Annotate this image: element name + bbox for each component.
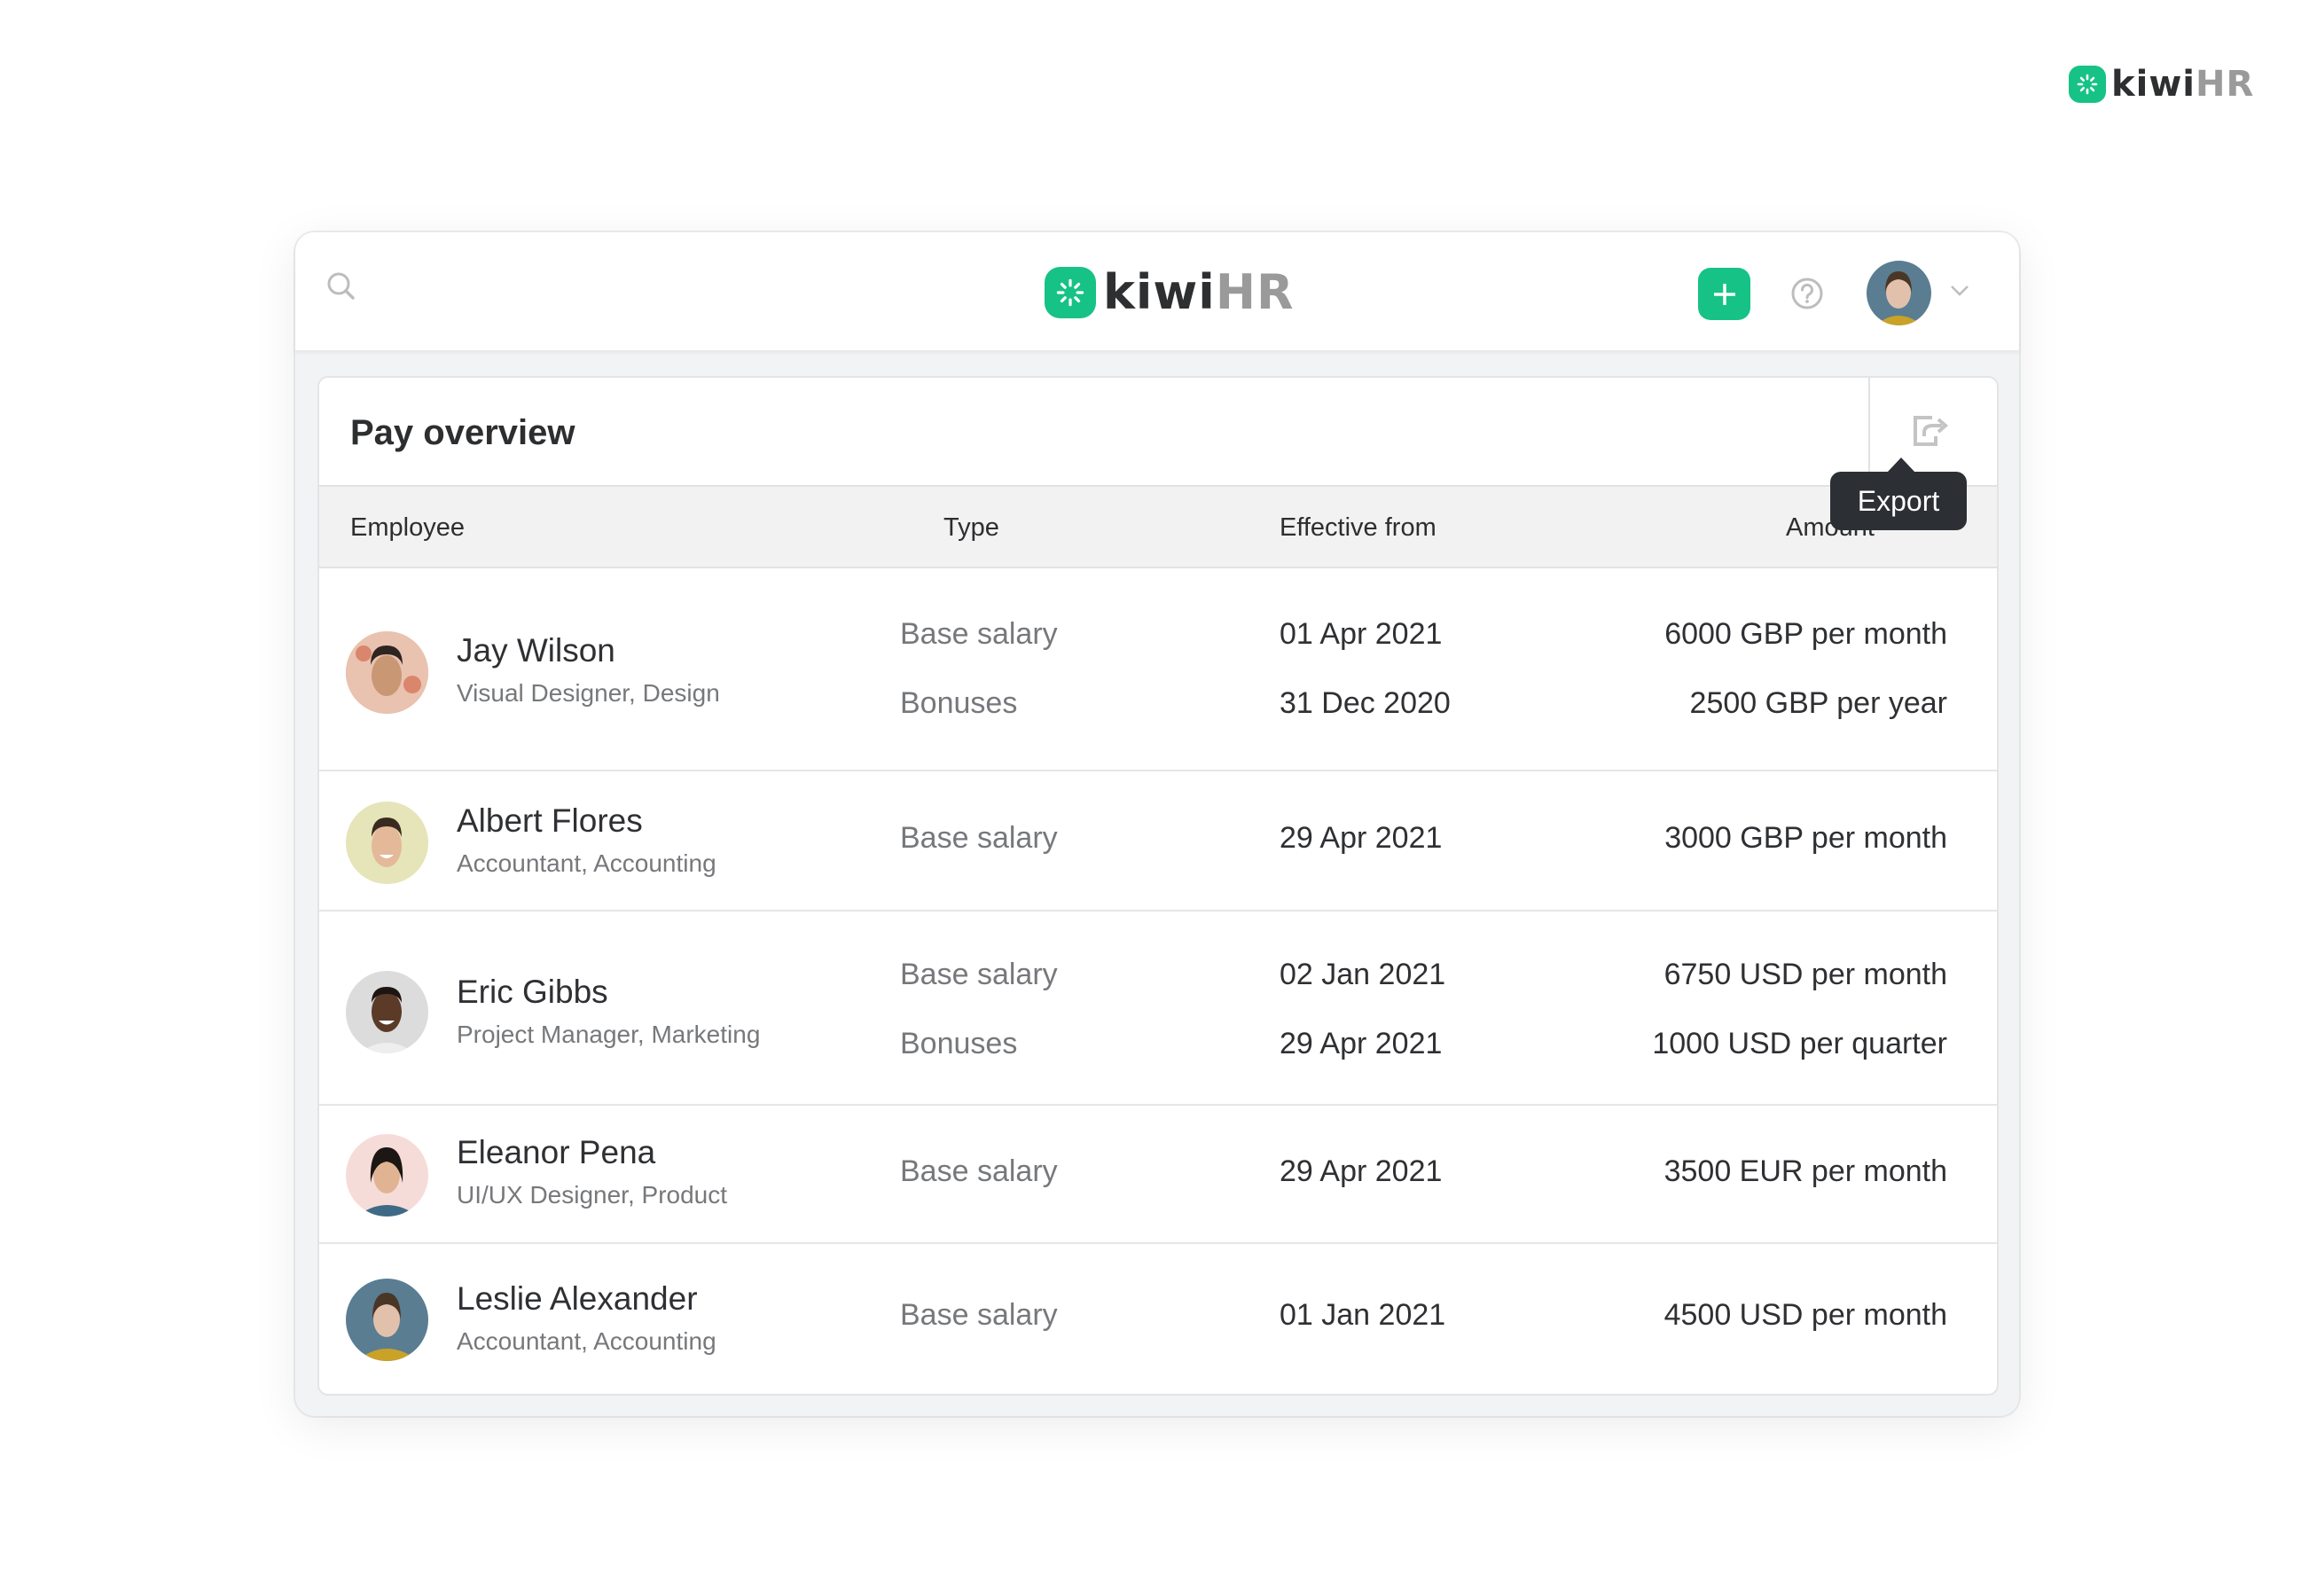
effective-date: 31 Dec 2020	[1280, 686, 1451, 720]
search-icon[interactable]	[325, 270, 360, 305]
plus-icon	[1713, 283, 1735, 305]
effective-date: 01 Apr 2021	[1280, 617, 1443, 651]
table-row[interactable]: Eric Gibbs Project Manager, Marketing Ba…	[319, 911, 1997, 1106]
employee-role: Accountant, Accounting	[457, 849, 716, 877]
pay-type: Bonuses	[900, 1027, 1018, 1060]
pay-type: Base salary	[900, 821, 1058, 855]
avatar	[346, 1279, 428, 1361]
effective-date: 01 Jan 2021	[1280, 1298, 1446, 1332]
employee-name[interactable]: Eric Gibbs	[457, 974, 608, 1011]
avatar	[346, 631, 428, 714]
export-icon	[1914, 416, 1949, 446]
avatar	[346, 971, 428, 1053]
table-header: Employee Type Effective from Amount	[319, 487, 1997, 568]
add-button[interactable]	[1698, 268, 1750, 320]
column-header-effective-from[interactable]: Effective from	[1280, 513, 1436, 543]
top-bar: kiwiHR	[295, 232, 2019, 350]
pay-type: Base salary	[900, 958, 1058, 991]
logo-text-kiwi: kiwi	[2111, 64, 2196, 105]
card-header: Pay overview	[319, 378, 1997, 487]
pay-type: Base salary	[900, 1154, 1058, 1188]
employee-name[interactable]: Albert Flores	[457, 802, 643, 840]
export-tooltip: Export	[1830, 458, 1967, 530]
employee-role: Project Manager, Marketing	[457, 1021, 761, 1048]
kiwihr-logo[interactable]: kiwiHR	[1045, 264, 1295, 320]
column-header-type[interactable]: Type	[943, 513, 999, 543]
table-row[interactable]: Eleanor Pena UI/UX Designer, Product Bas…	[319, 1106, 1997, 1244]
pay-amount: 4500 USD per month	[1663, 1298, 1947, 1332]
app-window: kiwiHR Pay overview Employee Type Effect…	[295, 232, 2019, 1416]
pay-overview-card: Pay overview Employee Type Effective fro…	[317, 376, 1999, 1396]
pay-amount: 3000 GBP per month	[1664, 821, 1947, 855]
chevron-down-icon[interactable]	[1949, 284, 1970, 298]
table-row[interactable]: Leslie Alexander Accountant, Accounting …	[319, 1244, 1997, 1392]
page-title: Pay overview	[350, 413, 575, 452]
logo-text-hr: HR	[2195, 64, 2255, 105]
effective-date: 29 Apr 2021	[1280, 1027, 1443, 1060]
effective-date: 02 Jan 2021	[1280, 958, 1446, 991]
employee-name[interactable]: Eleanor Pena	[457, 1134, 655, 1171]
pay-amount: 1000 USD per quarter	[1652, 1027, 1947, 1060]
pay-amount: 6750 USD per month	[1663, 958, 1947, 991]
logo-text-hr: HR	[1215, 264, 1295, 320]
pay-type: Base salary	[900, 617, 1058, 651]
avatar	[346, 1134, 428, 1217]
table-row[interactable]: Albert Flores Accountant, Accounting Bas…	[319, 771, 1997, 911]
pay-amount: 2500 GBP per year	[1689, 686, 1947, 720]
employee-name[interactable]: Jay Wilson	[457, 632, 615, 669]
help-icon[interactable]	[1790, 277, 1824, 310]
pay-type: Bonuses	[900, 686, 1018, 720]
table-row[interactable]: Jay Wilson Visual Designer, Design Base …	[319, 568, 1997, 771]
kiwi-logo-icon	[1045, 266, 1096, 318]
pay-type: Base salary	[900, 1298, 1058, 1332]
user-avatar[interactable]	[1867, 261, 1931, 325]
employee-name[interactable]: Leslie Alexander	[457, 1280, 698, 1318]
column-header-employee[interactable]: Employee	[350, 513, 465, 543]
avatar	[346, 802, 428, 884]
kiwihr-logo: kiwiHR	[2069, 64, 2254, 105]
employee-role: UI/UX Designer, Product	[457, 1181, 728, 1209]
kiwi-logo-icon	[2069, 66, 2106, 103]
effective-date: 29 Apr 2021	[1280, 1154, 1443, 1188]
pay-amount: 6000 GBP per month	[1664, 617, 1947, 651]
effective-date: 29 Apr 2021	[1280, 821, 1443, 855]
employee-role: Visual Designer, Design	[457, 679, 720, 707]
pay-amount: 3500 EUR per month	[1663, 1154, 1947, 1188]
employee-role: Accountant, Accounting	[457, 1327, 716, 1355]
logo-text-kiwi: kiwi	[1103, 264, 1216, 320]
